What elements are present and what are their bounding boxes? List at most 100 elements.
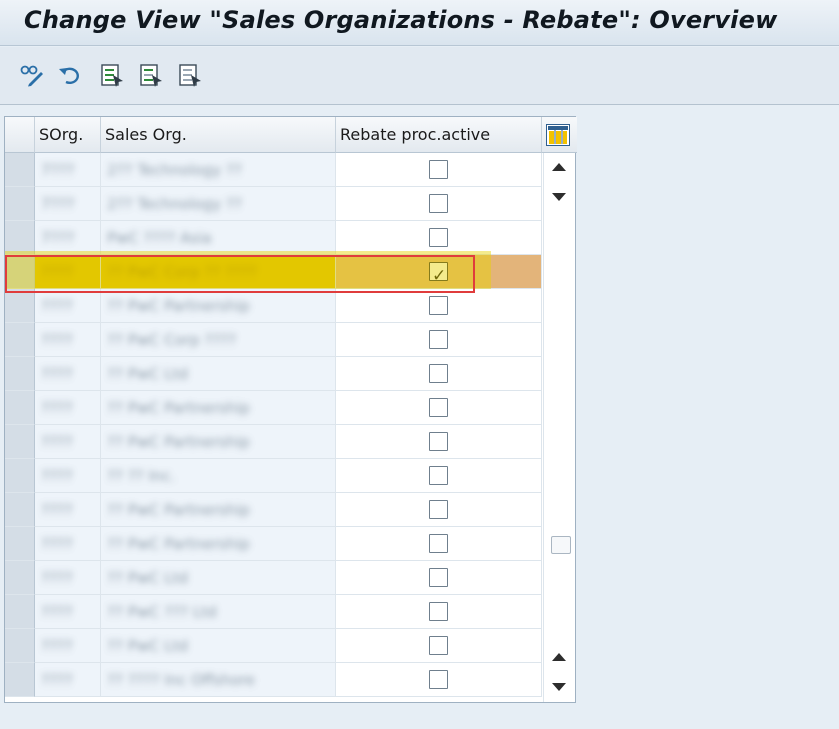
rebate-active-cell xyxy=(336,527,542,561)
select-all-column-header[interactable] xyxy=(5,117,35,153)
column-header-rebate-active[interactable]: Rebate proc.active xyxy=(336,117,542,153)
scroll-page-up-icon[interactable] xyxy=(552,653,566,661)
rebate-active-cell xyxy=(336,425,542,459)
row-selector[interactable] xyxy=(5,357,35,391)
undo-icon xyxy=(59,67,79,85)
rebate-active-checkbox[interactable] xyxy=(429,296,448,315)
deselect-all-icon xyxy=(179,64,201,87)
rebate-active-checkbox[interactable] xyxy=(429,398,448,417)
table-row[interactable]: ???? ?? PwC Ltd xyxy=(5,357,542,391)
row-selector[interactable] xyxy=(5,289,35,323)
rebate-active-cell xyxy=(336,493,542,527)
row-selector[interactable] xyxy=(5,255,35,289)
table-row[interactable]: ???? ?? ???? Inc Offshore xyxy=(5,663,542,697)
undo-button[interactable] xyxy=(56,61,84,89)
rebate-active-checkbox[interactable] xyxy=(429,466,448,485)
row-selector[interactable] xyxy=(5,221,35,255)
sorg-value: ???? xyxy=(41,297,73,315)
column-header-sales-org[interactable]: Sales Org. xyxy=(101,117,336,153)
row-selector[interactable] xyxy=(5,629,35,663)
table-row[interactable]: ???? ?? PwC Partnership xyxy=(5,425,542,459)
rebate-active-checkbox[interactable] xyxy=(429,636,448,655)
table-row[interactable]: ???? ?? PwC Corp ???? xyxy=(5,323,542,357)
rebate-active-checkbox[interactable] xyxy=(429,228,448,247)
rebate-active-cell xyxy=(336,323,542,357)
row-selector[interactable] xyxy=(5,187,35,221)
sorg-value: ???? xyxy=(41,637,73,655)
sales-org-name-value: 2?? Technology ?? xyxy=(107,161,242,179)
row-selector[interactable] xyxy=(5,595,35,629)
row-selector[interactable] xyxy=(5,153,35,187)
sorg-cell: ???? xyxy=(35,629,101,663)
column-header-sorg[interactable]: SOrg. xyxy=(35,117,101,153)
display-change-button[interactable] xyxy=(18,61,46,89)
row-selector[interactable] xyxy=(5,323,35,357)
rebate-active-checkbox[interactable] xyxy=(429,670,448,689)
sorg-cell: ???? xyxy=(35,595,101,629)
sales-org-name-cell: ?? PwC Corp ???? xyxy=(101,323,336,357)
table-row[interactable]: ???? ?? PwC Partnership xyxy=(5,527,542,561)
row-selector[interactable] xyxy=(5,663,35,697)
rebate-active-checkbox[interactable] xyxy=(429,432,448,451)
rebate-active-checkbox[interactable] xyxy=(429,602,448,621)
table-row[interactable]: 7??? PwC ???? Asia xyxy=(5,221,542,255)
rebate-active-checkbox[interactable] xyxy=(429,500,448,519)
sales-org-name-value: ?? PwC Partnership xyxy=(107,501,250,519)
row-selector[interactable] xyxy=(5,425,35,459)
sales-org-name-value: PwC ???? Asia xyxy=(107,229,212,247)
rebate-active-checkbox[interactable] xyxy=(429,160,448,179)
row-selector[interactable] xyxy=(5,391,35,425)
table-row[interactable]: ???? ?? ?? Inc. xyxy=(5,459,542,493)
rebate-active-checkbox[interactable] xyxy=(429,194,448,213)
rebate-active-checkbox[interactable] xyxy=(429,568,448,587)
table-row[interactable]: 7??? 2?? Technology ?? xyxy=(5,187,542,221)
rebate-active-checkbox[interactable] xyxy=(429,364,448,383)
deselect-all-button[interactable] xyxy=(176,61,204,89)
select-all-icon xyxy=(101,64,123,87)
select-block-button[interactable] xyxy=(137,61,165,89)
row-selector[interactable] xyxy=(5,561,35,595)
scroll-up-icon[interactable] xyxy=(552,163,566,171)
scrollbar-thumb[interactable] xyxy=(551,536,571,554)
rebate-active-cell xyxy=(336,255,542,289)
scroll-page-down-icon[interactable] xyxy=(552,193,566,201)
sales-org-name-cell: ?? PwC Partnership xyxy=(101,391,336,425)
select-all-button[interactable] xyxy=(98,61,126,89)
sorg-value: ???? xyxy=(41,603,73,621)
table-row[interactable]: ???? ?? PwC Partnership xyxy=(5,493,542,527)
sales-org-name-value: ?? PwC Partnership xyxy=(107,535,250,553)
table-row[interactable]: ???? ?? PwC Ltd xyxy=(5,561,542,595)
table-settings-icon xyxy=(548,126,568,144)
scroll-down-icon[interactable] xyxy=(552,683,566,691)
vertical-scrollbar[interactable] xyxy=(543,153,575,702)
row-selector[interactable] xyxy=(5,527,35,561)
sorg-cell: ???? xyxy=(35,255,101,289)
row-selector[interactable] xyxy=(5,459,35,493)
sales-org-name-value: ?? PwC Partnership xyxy=(107,297,250,315)
table-row[interactable]: ???? ?? PwC Partnership xyxy=(5,289,542,323)
column-configuration-button[interactable] xyxy=(546,124,570,146)
rebate-active-cell xyxy=(336,187,542,221)
table-row[interactable]: ???? ?? PwC Corp ?? ???? xyxy=(5,255,542,289)
table-row[interactable]: ???? ?? PwC Partnership xyxy=(5,391,542,425)
sorg-cell: ???? xyxy=(35,663,101,697)
page-title: Change View "Sales Organizations - Rebat… xyxy=(24,6,778,34)
rebate-active-cell xyxy=(336,357,542,391)
rebate-active-checkbox[interactable] xyxy=(429,330,448,349)
sales-org-name-value: ?? ???? Inc Offshore xyxy=(107,671,255,689)
sales-org-name-cell: ?? PwC ??? Ltd xyxy=(101,595,336,629)
sales-org-name-cell: ?? PwC Ltd xyxy=(101,561,336,595)
rebate-active-cell xyxy=(336,629,542,663)
table-row[interactable]: 7??? 2?? Technology ?? xyxy=(5,153,542,187)
rebate-active-checkbox[interactable] xyxy=(429,259,448,288)
rebate-active-cell xyxy=(336,221,542,255)
sorg-value: 7??? xyxy=(41,161,75,179)
sales-org-name-value: ?? PwC Ltd xyxy=(107,365,189,383)
row-selector[interactable] xyxy=(5,493,35,527)
rebate-active-checkbox[interactable] xyxy=(429,534,448,553)
title-bar: Change View "Sales Organizations - Rebat… xyxy=(0,0,839,46)
table-row[interactable]: ???? ?? PwC Ltd xyxy=(5,629,542,663)
table-row[interactable]: ???? ?? PwC ??? Ltd xyxy=(5,595,542,629)
sorg-value: ???? xyxy=(41,535,73,553)
sales-org-name-value: ?? PwC Partnership xyxy=(107,433,250,451)
